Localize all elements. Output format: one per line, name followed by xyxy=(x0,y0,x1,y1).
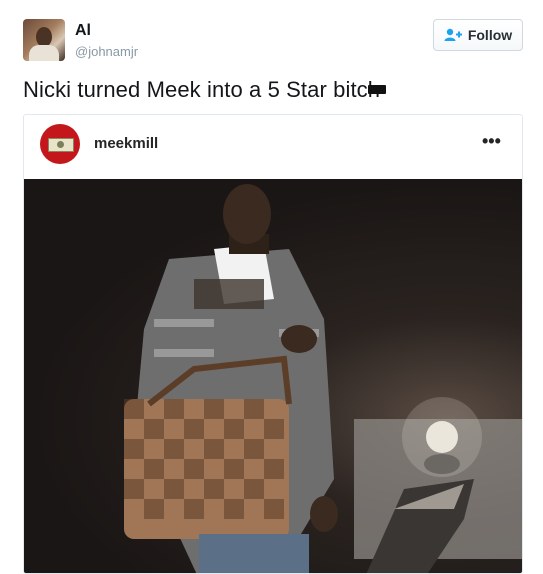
user-handle[interactable]: @johnamjr xyxy=(75,44,138,59)
tweet-text: Nicki turned Meek into a 5 Star bitch xyxy=(23,77,381,102)
photo-illustration xyxy=(124,184,522,573)
avatar-face-shape xyxy=(36,27,52,47)
leopard-panel xyxy=(194,279,264,309)
jeans-shape xyxy=(199,534,309,573)
embed-username[interactable]: meekmill xyxy=(94,135,158,152)
follow-button[interactable]: Follow xyxy=(433,19,523,51)
plaid-stripe xyxy=(154,349,214,357)
more-options-icon[interactable]: ••• xyxy=(482,132,502,151)
follow-label: Follow xyxy=(467,27,513,43)
plaid-stripe xyxy=(154,319,214,327)
user-avatar[interactable] xyxy=(23,19,65,61)
money-bill-icon xyxy=(48,138,74,152)
sign-shape xyxy=(424,454,460,474)
money-bill-avatar[interactable] xyxy=(40,124,80,164)
display-name[interactable]: Al xyxy=(75,22,91,40)
hand-shape xyxy=(310,496,338,532)
redaction-bar xyxy=(368,85,386,94)
hand-shape xyxy=(281,325,317,353)
add-user-icon xyxy=(444,28,462,41)
embed-header: meekmill ••• xyxy=(24,115,522,180)
instagram-embed-card[interactable]: meekmill ••• xyxy=(23,114,523,574)
embed-photo[interactable] xyxy=(24,179,522,573)
head-shape xyxy=(223,184,271,244)
avatar-shirt-shape xyxy=(29,45,59,61)
